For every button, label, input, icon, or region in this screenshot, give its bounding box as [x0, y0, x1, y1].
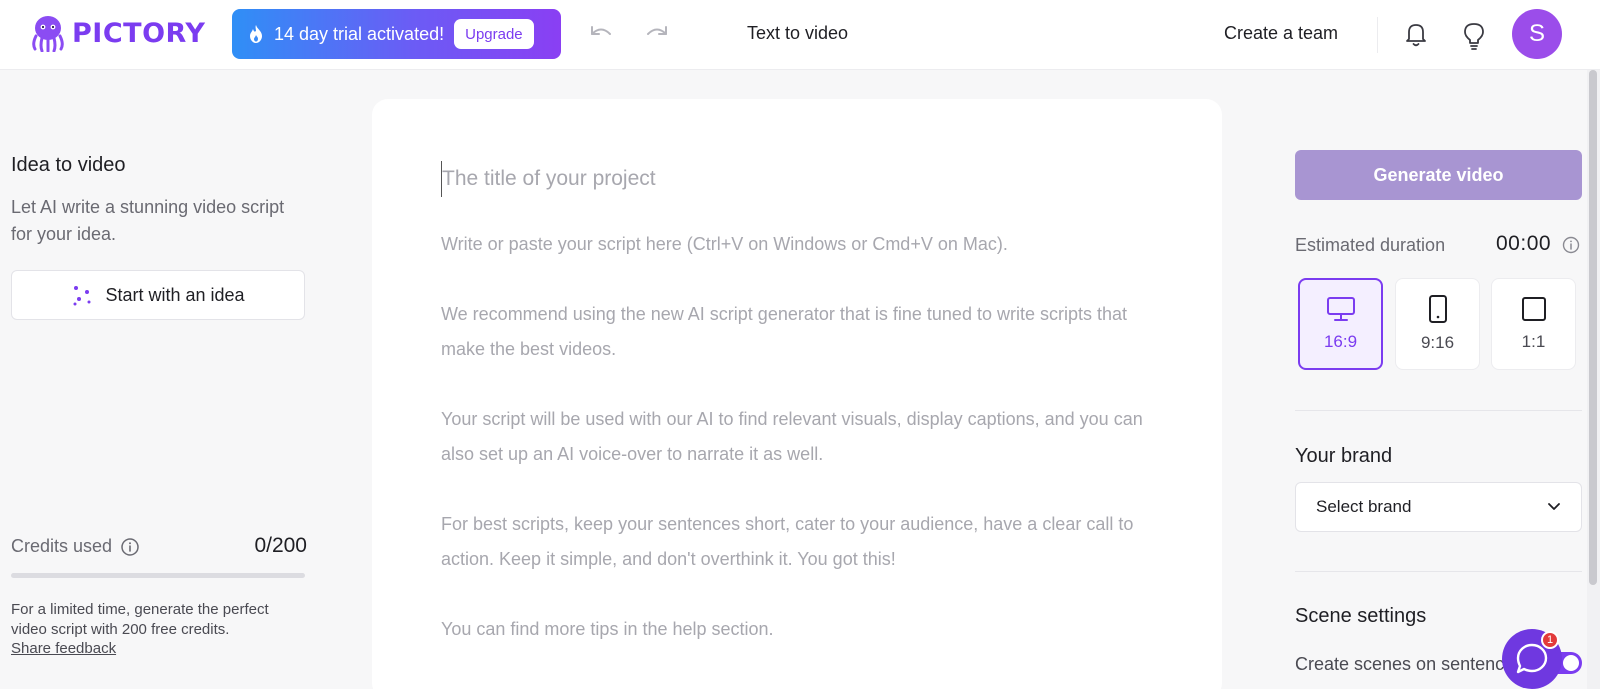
generate-video-button[interactable]: Generate video	[1295, 150, 1582, 200]
phone-icon	[1428, 295, 1447, 323]
redo-icon[interactable]	[644, 22, 670, 44]
octopus-logo-icon	[32, 16, 64, 52]
start-with-idea-label: Start with an idea	[105, 284, 245, 305]
script-placeholder-line: Your script will be used with our AI to …	[441, 409, 1143, 464]
flame-icon	[250, 25, 262, 43]
credits-progress-bar	[11, 573, 305, 578]
trial-text: 14 day trial activated!	[274, 23, 445, 44]
scene-option-label: Create scenes on sentence	[1295, 654, 1505, 674]
sparkles-icon	[73, 286, 91, 306]
chevron-down-icon	[1548, 503, 1560, 510]
aspect-ratio-1-1[interactable]: 1:1	[1491, 278, 1576, 370]
page-title: Text to video	[747, 23, 849, 43]
script-placeholder-line: You can find more tips in the help secti…	[441, 619, 774, 639]
credits-note: For a limited time, generate the perfect…	[11, 601, 269, 638]
credits-label-row: Credits used	[11, 536, 140, 557]
credits-label: Credits used	[11, 536, 113, 556]
aspect-ratio-label: 9:16	[1420, 333, 1455, 352]
square-icon	[1521, 297, 1546, 321]
idea-description: Let AI write a stunning video script for…	[11, 197, 285, 244]
toggle-knob	[1563, 655, 1579, 671]
share-feedback-link[interactable]: Share feedback	[11, 640, 116, 657]
bell-icon[interactable]	[1403, 20, 1429, 48]
aspect-ratio-label: 1:1	[1521, 332, 1546, 351]
credits-value: 0/200	[254, 534, 307, 557]
upgrade-button[interactable]: Upgrade	[454, 19, 534, 49]
top-bar: PICTORY 14 day trial activated! Upgrade …	[0, 0, 1600, 70]
your-brand-label: Your brand	[1295, 445, 1393, 467]
right-panel: Generate video Estimated duration 00:00 …	[1295, 70, 1582, 689]
script-editor: Write or paste your script here (Ctrl+V …	[372, 99, 1222, 689]
script-placeholder-line: For best scripts, keep your sentences sh…	[441, 514, 1134, 569]
script-textarea[interactable]: Write or paste your script here (Ctrl+V …	[441, 227, 1157, 682]
start-with-idea-button[interactable]: Start with an idea	[11, 270, 305, 320]
aspect-ratio-9-16[interactable]: 9:16	[1395, 278, 1480, 370]
header-divider	[1377, 17, 1378, 53]
section-divider	[1295, 571, 1582, 572]
aspect-ratio-16-9[interactable]: 16:9	[1298, 278, 1383, 370]
monitor-icon	[1326, 297, 1355, 321]
logo-text: PICTORY	[72, 17, 206, 49]
info-icon[interactable]	[120, 537, 140, 557]
create-team-button[interactable]: Create a team	[1224, 23, 1338, 44]
logo[interactable]: PICTORY	[30, 14, 205, 52]
brand-select-value: Select brand	[1316, 497, 1412, 516]
duration-info-icon[interactable]	[1562, 236, 1580, 254]
brand-select[interactable]: Select brand	[1295, 482, 1582, 532]
user-avatar[interactable]: S	[1512, 9, 1562, 59]
scrollbar-thumb[interactable]	[1589, 70, 1597, 585]
idea-title: Idea to video	[11, 154, 126, 176]
aspect-ratio-label: 16:9	[1323, 332, 1358, 351]
project-title-input[interactable]	[441, 161, 1141, 197]
trial-banner: 14 day trial activated! Upgrade	[232, 9, 561, 59]
lightbulb-icon[interactable]	[1462, 21, 1486, 51]
estimated-duration-label: Estimated duration	[1295, 235, 1446, 255]
page-scrollbar[interactable]	[1587, 70, 1600, 689]
script-placeholder-line: We recommend using the new AI script gen…	[441, 304, 1128, 359]
chat-notification-badge: 1	[1541, 631, 1559, 649]
scene-settings-label: Scene settings	[1295, 605, 1427, 627]
undo-icon[interactable]	[588, 22, 614, 44]
aspect-ratio-selector: 16:9 9:16 1:1	[1298, 278, 1580, 373]
script-placeholder-line: Write or paste your script here (Ctrl+V …	[441, 234, 1008, 254]
estimated-duration-value: 00:00	[1496, 232, 1552, 255]
section-divider	[1295, 410, 1582, 411]
left-panel: Idea to video Let AI write a stunning vi…	[11, 70, 307, 689]
